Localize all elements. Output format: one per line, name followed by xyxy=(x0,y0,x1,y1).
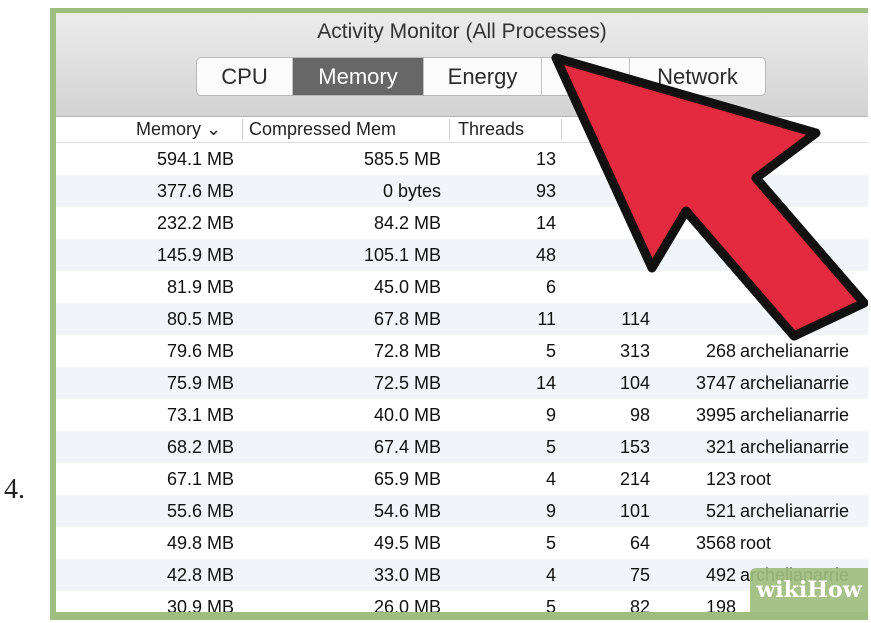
arrow-pointer-icon xyxy=(551,53,868,341)
step-number: 4. xyxy=(4,474,25,505)
illustration-frame: Activity Monitor (All Processes) CPU Mem… xyxy=(50,8,868,620)
activity-monitor-window: Activity Monitor (All Processes) CPU Mem… xyxy=(56,13,868,612)
wikihow-watermark: wikiHow xyxy=(750,568,868,612)
